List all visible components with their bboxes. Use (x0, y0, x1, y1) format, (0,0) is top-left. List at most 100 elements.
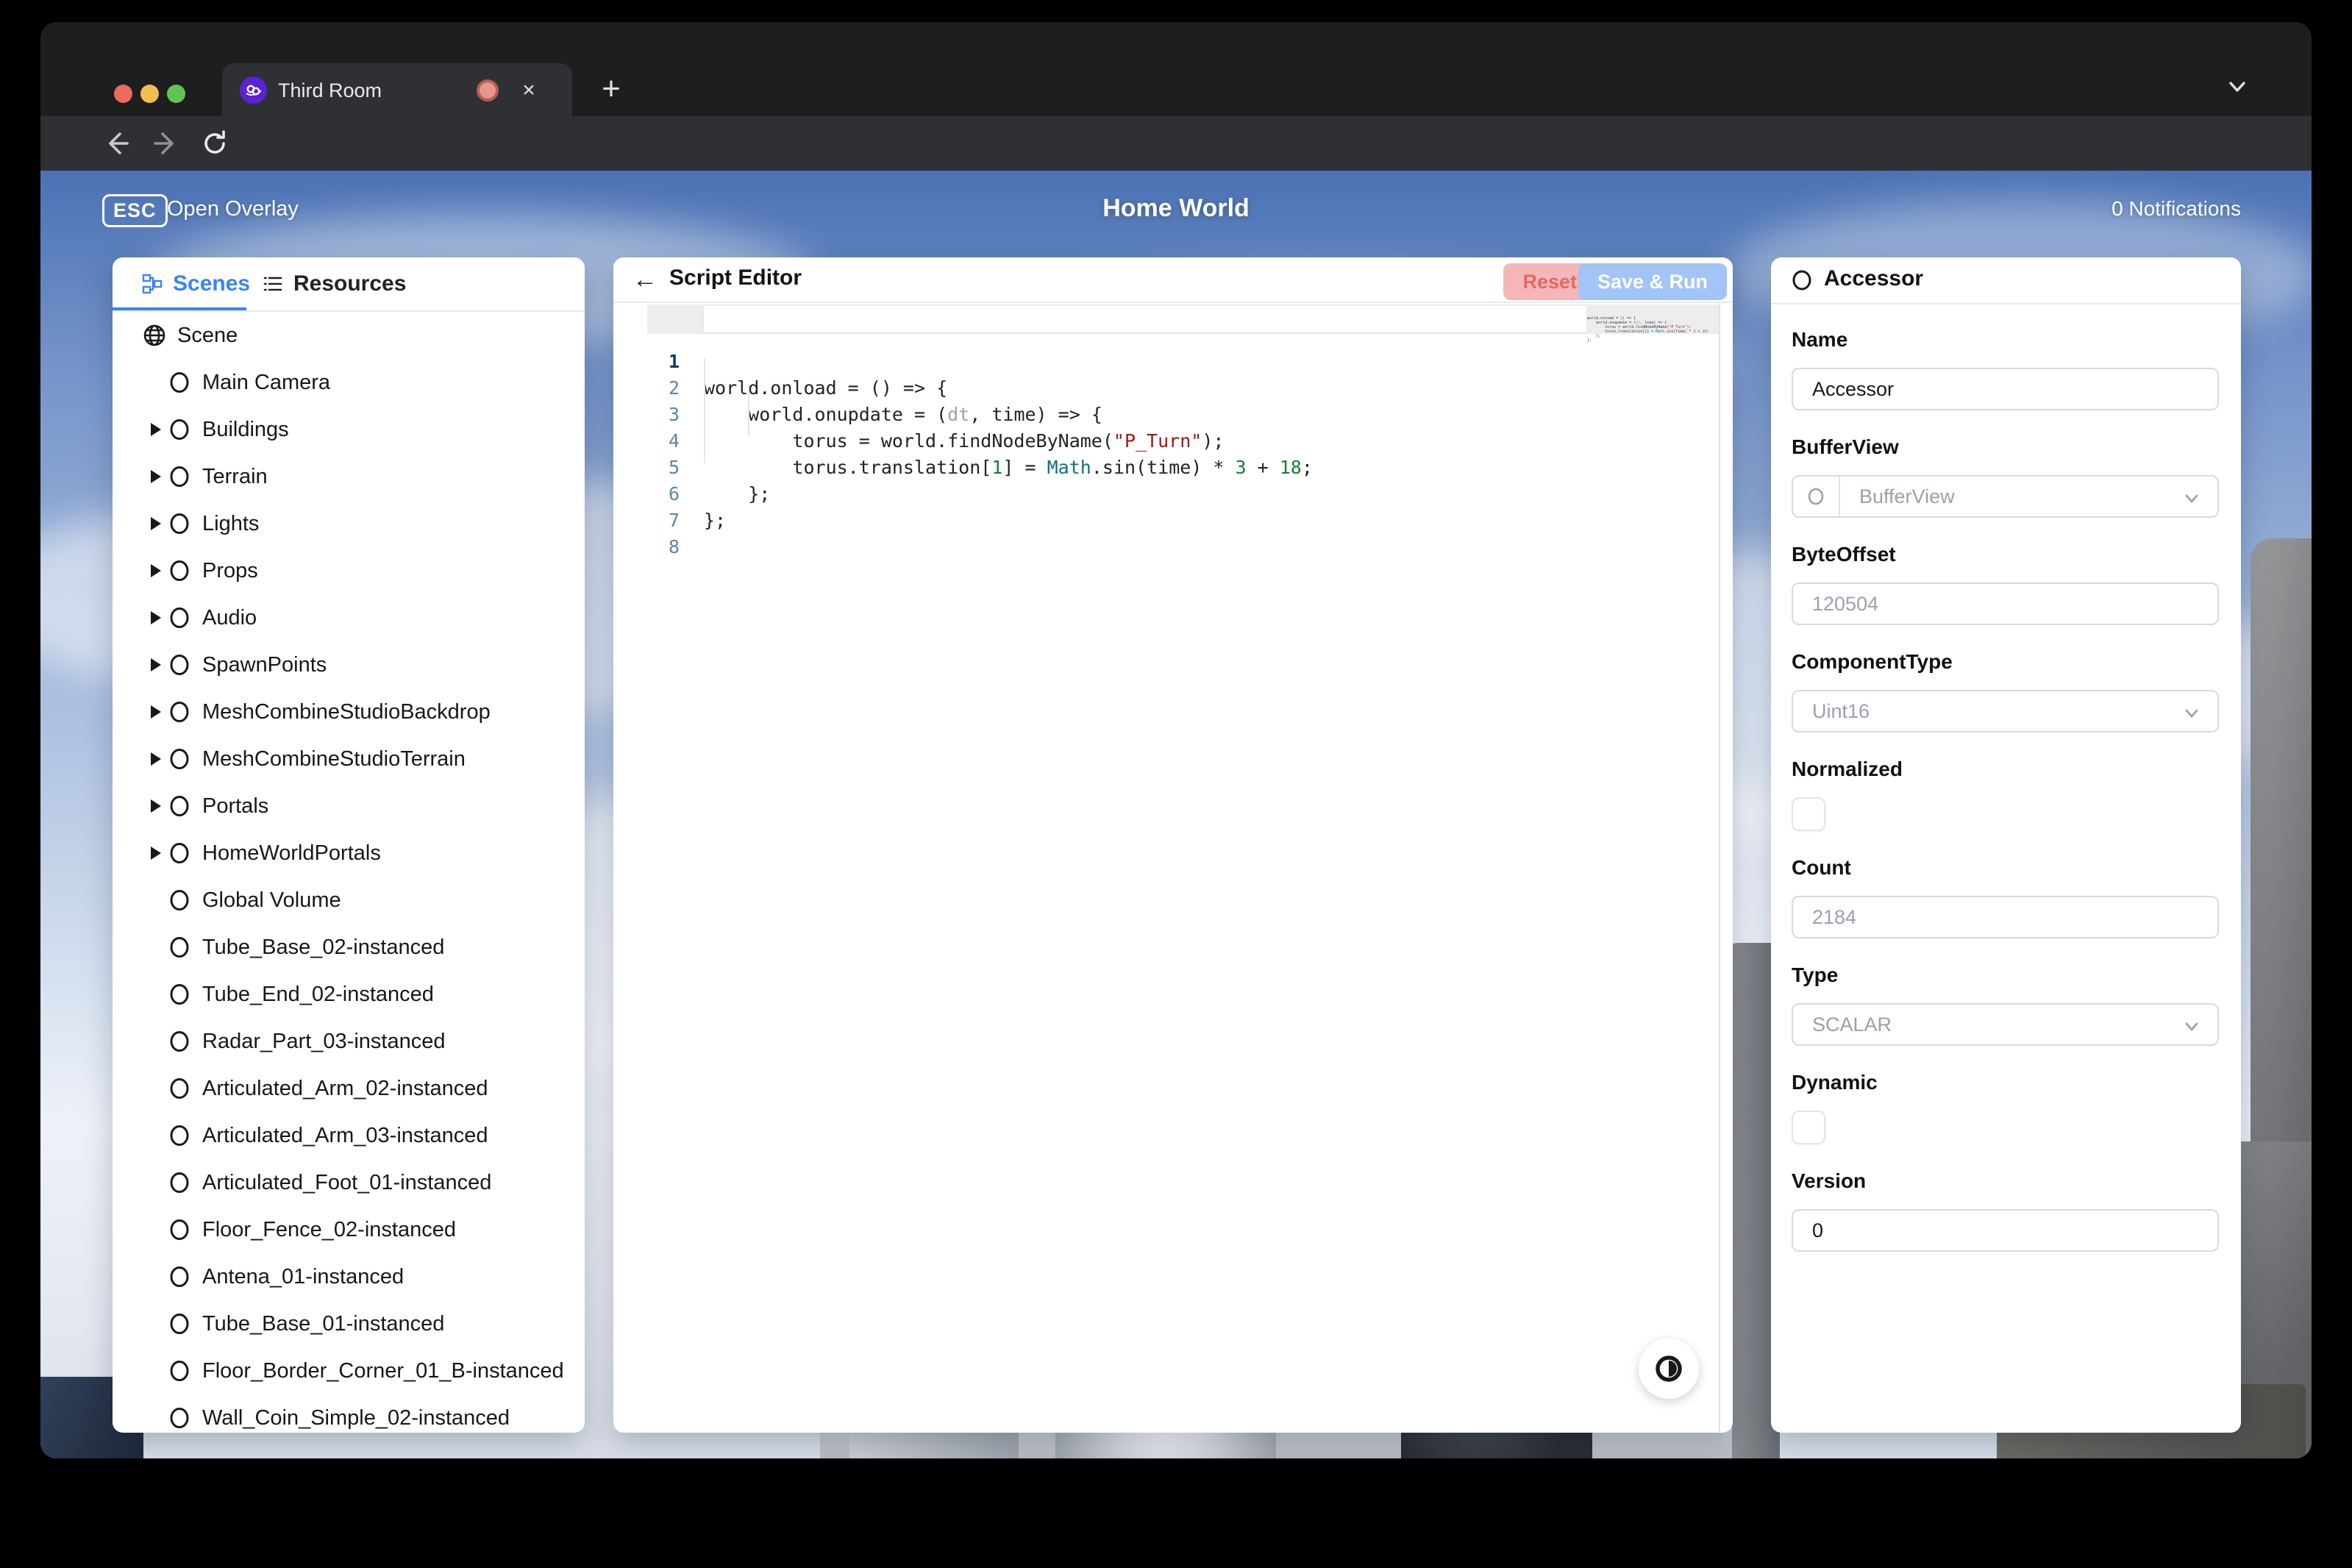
tree-item-articulated-arm-03-instanced[interactable]: Articulated_Arm_03-instanced (113, 1112, 585, 1159)
field-label-bufferview: BufferView (1792, 435, 2219, 459)
tree-item-audio[interactable]: Audio (113, 594, 585, 641)
reload-button[interactable] (199, 128, 230, 159)
world-viewport[interactable]: ESC Open Overlay Home World 0 Notificati… (40, 171, 2312, 1458)
code-editor[interactable]: 12world.onload = () => {3 world.onupdate… (613, 302, 1733, 1433)
tree-item-lights[interactable]: Lights (113, 500, 585, 547)
tree-item-radar-part-03-instanced[interactable]: Radar_Part_03-instanced (113, 1018, 585, 1065)
new-tab-button[interactable]: + (594, 72, 629, 107)
tree-item-scene[interactable]: Scene (113, 312, 585, 359)
expand-caret-icon[interactable] (145, 654, 167, 676)
code-line-2[interactable]: 2world.onload = () => { (613, 375, 1733, 402)
window-minimize-button[interactable] (140, 85, 159, 103)
indent-guide (704, 357, 705, 463)
normalized-checkbox[interactable] (1792, 797, 1825, 831)
node-circle-icon (167, 841, 192, 866)
forward-button[interactable] (151, 128, 182, 159)
byteoffset-input[interactable]: 120504 (1792, 582, 2219, 625)
tree-item-meshcombinestudiobackdrop[interactable]: MeshCombineStudioBackdrop (113, 688, 585, 735)
back-button[interactable] (101, 128, 132, 159)
expand-caret-icon[interactable] (145, 607, 167, 629)
window-zoom-button[interactable] (167, 85, 185, 103)
tree-item-wall-coin-simple-02-instanced[interactable]: Wall_Coin_Simple_02-instanced (113, 1394, 585, 1433)
theme-toggle-button[interactable] (1639, 1339, 1699, 1399)
code-line-3[interactable]: 3 world.onupdate = (dt, time) => { (613, 402, 1733, 428)
tree-item-articulated-arm-02-instanced[interactable]: Articulated_Arm_02-instanced (113, 1065, 585, 1112)
expand-caret-icon[interactable] (145, 701, 167, 723)
node-circle-icon (167, 935, 192, 960)
editor-scrollbar[interactable] (1719, 302, 1720, 1433)
count-input[interactable]: 2184 (1792, 896, 2219, 938)
tree-item-floor-border-corner-01-b-instanced[interactable]: Floor_Border_Corner_01_B-instanced (113, 1347, 585, 1394)
tree-item-label: Radar_Part_03-instanced (202, 1030, 445, 1054)
code-line-8[interactable]: 8 (613, 534, 1733, 560)
tree-item-label: Tube_Base_02-instanced (202, 936, 444, 960)
code-line-5[interactable]: 5 torus.translation[1] = Math.sin(time) … (613, 455, 1733, 481)
editor-minimap[interactable]: world.onload = () => { world.onupdate = … (1587, 312, 1697, 347)
save-and-run-button[interactable]: Save & Run (1578, 263, 1727, 300)
code-text: world.onupdate = (dt, time) => { (704, 402, 1102, 428)
caret-placeholder (145, 1219, 167, 1241)
code-line-4[interactable]: 4 torus = world.findNodeByName("P_Turn")… (613, 428, 1733, 455)
tree-item-tube-end-02-instanced[interactable]: Tube_End_02-instanced (113, 971, 585, 1018)
tab-resources[interactable]: Resources (263, 257, 406, 310)
node-circle-icon (1806, 486, 1826, 507)
tab-recording-indicator-icon (477, 79, 499, 101)
node-circle-icon (167, 1170, 192, 1195)
script-editor-title: Script Editor (669, 266, 802, 291)
tab-close-button[interactable]: × (515, 76, 543, 104)
tree-item-buildings[interactable]: Buildings (113, 406, 585, 453)
type-select[interactable]: SCALAR (1792, 1003, 2219, 1046)
browser-tab[interactable]: Third Room × (222, 63, 572, 116)
line-number: 4 (613, 428, 680, 455)
third-room-favicon-icon (240, 76, 267, 104)
tree-item-props[interactable]: Props (113, 547, 585, 594)
code-line-6[interactable]: 6 }; (613, 481, 1733, 507)
expand-caret-icon[interactable] (145, 842, 167, 864)
node-circle-icon (167, 794, 192, 819)
field-label-count: Count (1792, 856, 2219, 880)
code-line-1[interactable]: 1 (613, 349, 1733, 375)
tree-item-label: Scene (177, 324, 238, 348)
window-close-button[interactable] (114, 85, 132, 103)
tree-item-antena-01-instanced[interactable]: Antena_01-instanced (113, 1253, 585, 1300)
active-tab-underline (113, 307, 246, 310)
version-input[interactable]: 0 (1792, 1209, 2219, 1252)
screen: Third Room × + loc (0, 0, 2352, 1568)
caret-placeholder (145, 371, 167, 393)
tree-item-main-camera[interactable]: Main Camera (113, 359, 585, 406)
code-line-7[interactable]: 7}; (613, 507, 1733, 534)
dynamic-checkbox[interactable] (1792, 1111, 1825, 1144)
tree-item-spawnpoints[interactable]: SpawnPoints (113, 641, 585, 688)
bufferview-select[interactable]: BufferView (1792, 475, 2219, 518)
tree-item-articulated-foot-01-instanced[interactable]: Articulated_Foot_01-instanced (113, 1159, 585, 1206)
back-arrow-icon[interactable]: ← (632, 266, 659, 293)
expand-caret-icon[interactable] (145, 466, 167, 488)
tree-item-floor-fence-02-instanced[interactable]: Floor_Fence_02-instanced (113, 1206, 585, 1253)
expand-caret-icon[interactable] (145, 513, 167, 535)
tree-item-homeworldportals[interactable]: HomeWorldPortals (113, 830, 585, 877)
node-circle-icon (167, 699, 192, 724)
tree-item-terrain[interactable]: Terrain (113, 453, 585, 500)
tree-item-tube-base-01-instanced[interactable]: Tube_Base_01-instanced (113, 1300, 585, 1347)
tree-item-global-volume[interactable]: Global Volume (113, 877, 585, 924)
field-name: NameAccessor (1792, 328, 2219, 410)
tree-item-label: Global Volume (202, 888, 341, 913)
tree-item-label: Buildings (202, 418, 289, 442)
tab-scenes[interactable]: Scenes (142, 257, 250, 310)
expand-caret-icon[interactable] (145, 748, 167, 770)
tab-search-chevron-icon[interactable] (2225, 78, 2250, 96)
componenttype-select[interactable]: Uint16 (1792, 690, 2219, 733)
expand-caret-icon[interactable] (145, 418, 167, 441)
list-icon (263, 274, 283, 294)
caret-placeholder (145, 1313, 167, 1335)
tree-item-meshcombinestudioterrain[interactable]: MeshCombineStudioTerrain (113, 735, 585, 783)
expand-caret-icon[interactable] (145, 795, 167, 817)
tree-item-tube-base-02-instanced[interactable]: Tube_Base_02-instanced (113, 924, 585, 971)
code-text: torus.translation[1] = Math.sin(time) * … (704, 455, 1313, 481)
field-label-type: Type (1792, 963, 2219, 987)
node-circle-icon (167, 417, 192, 442)
notifications-label[interactable]: 0 Notifications (2112, 197, 2241, 221)
expand-caret-icon[interactable] (145, 560, 167, 582)
name-input[interactable]: Accessor (1792, 368, 2219, 410)
tree-item-portals[interactable]: Portals (113, 783, 585, 830)
